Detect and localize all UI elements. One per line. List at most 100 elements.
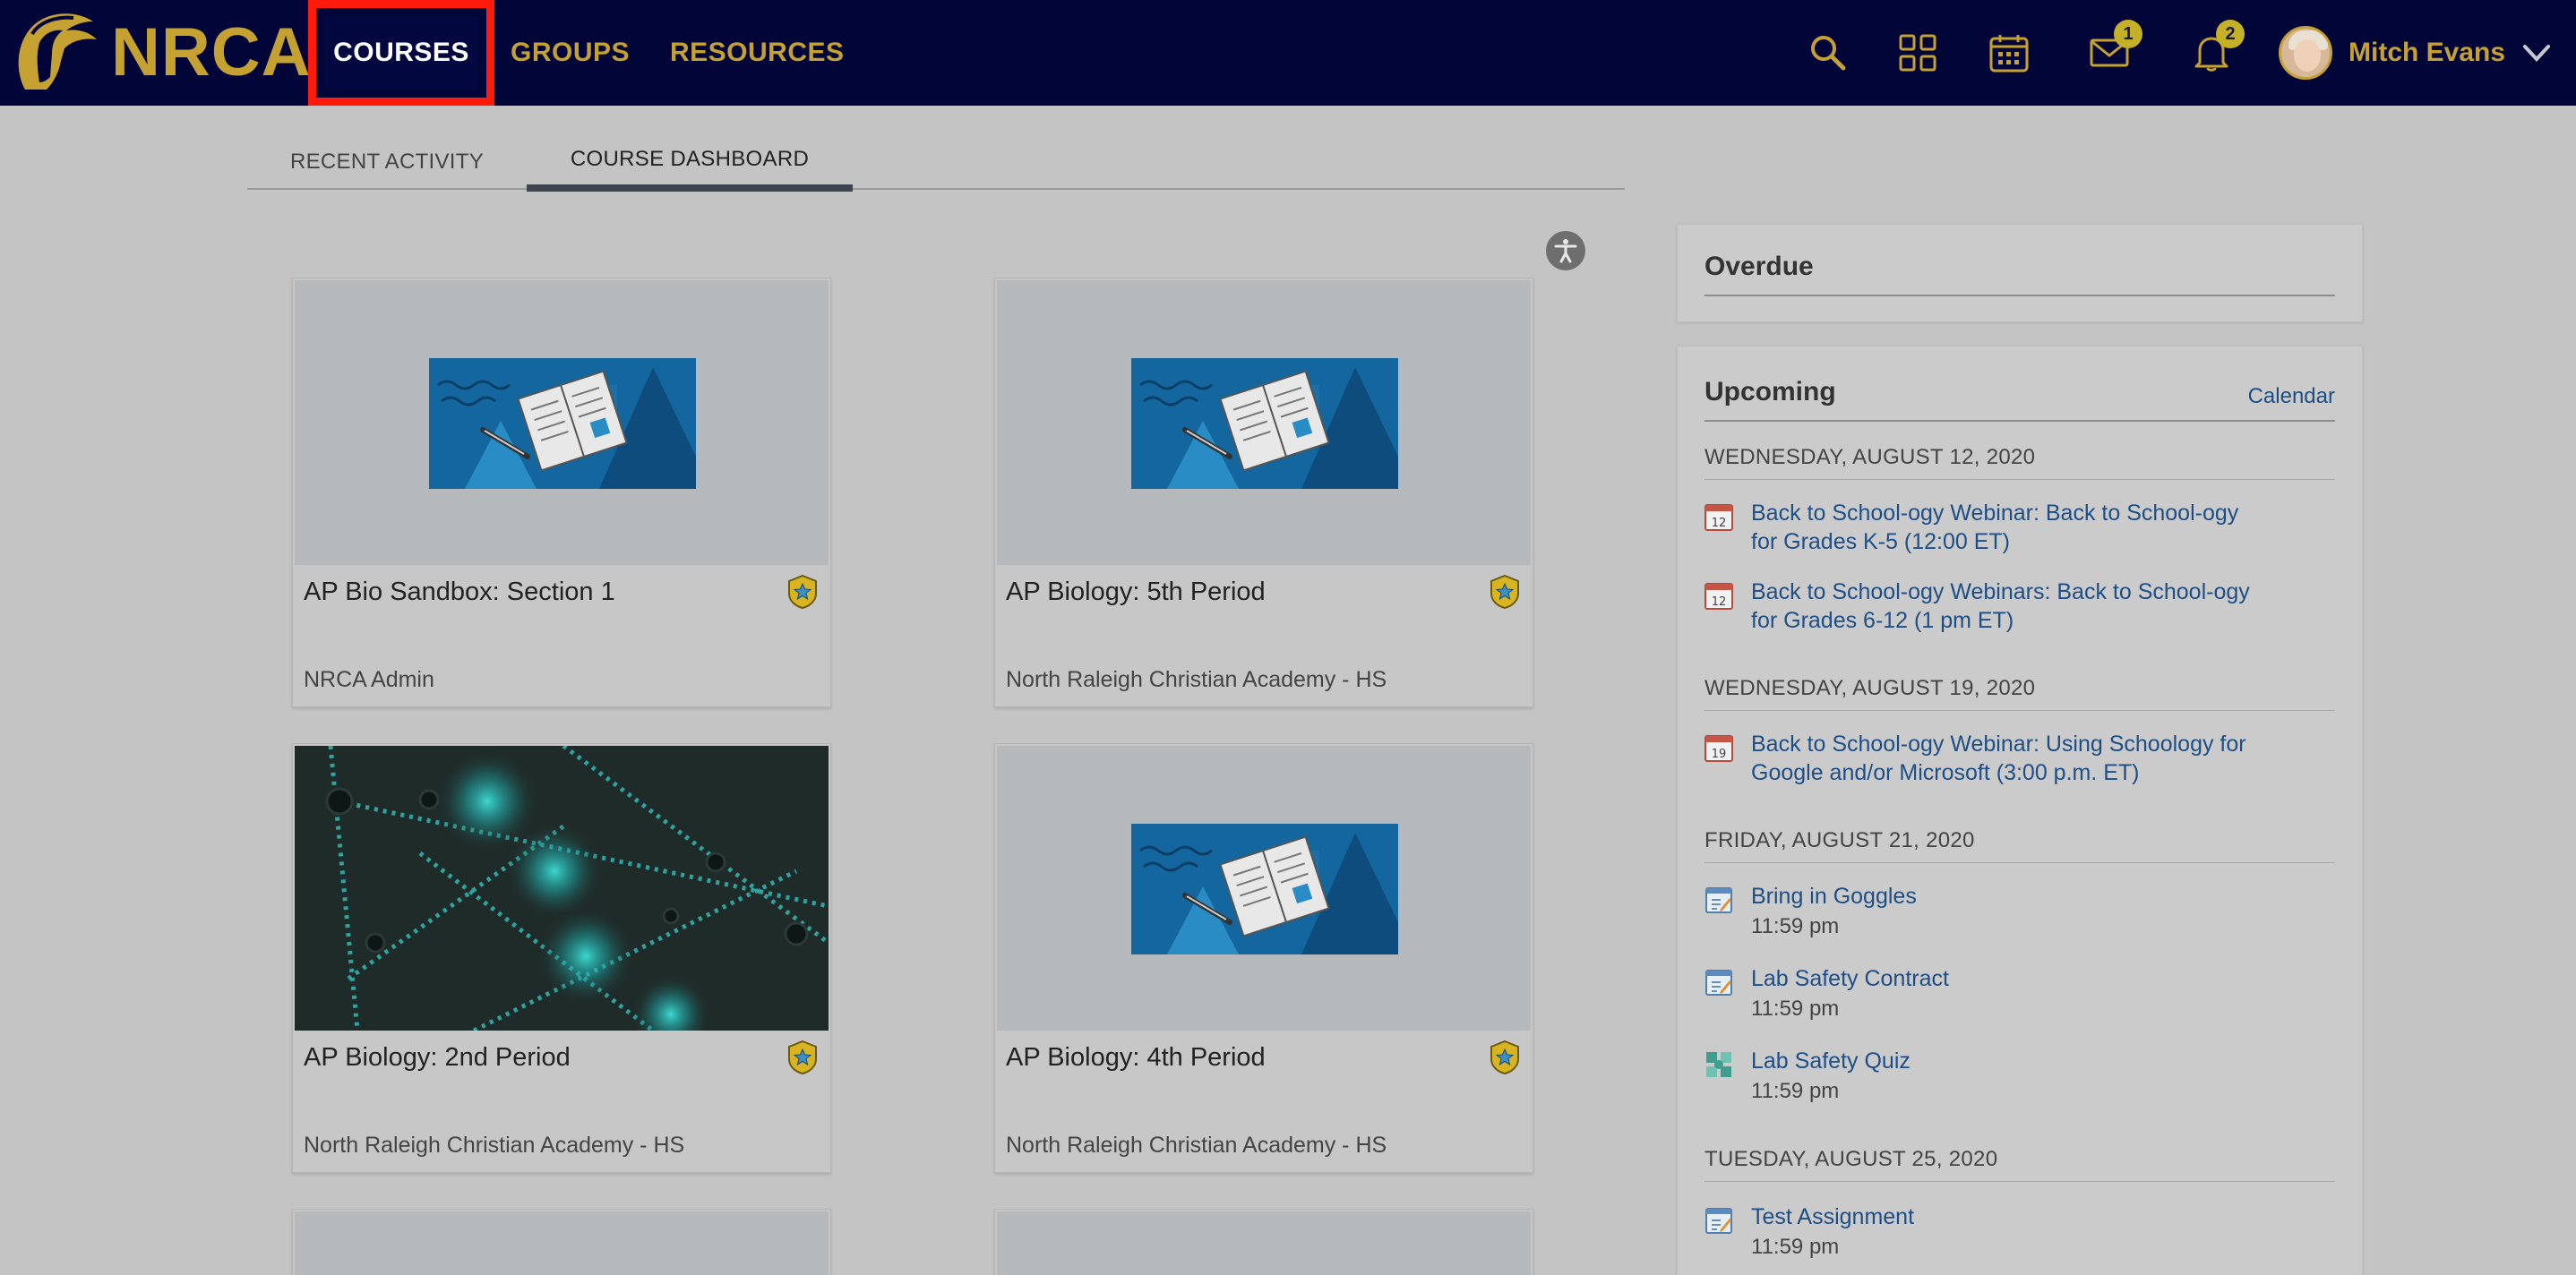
date-heading: WEDNESDAY, AUGUST 12, 2020 — [1704, 445, 2335, 480]
upcoming-panel: Upcoming Calendar WEDNESDAY, AUGUST 12, … — [1677, 346, 2363, 1275]
search-button[interactable] — [1804, 29, 1852, 77]
event-item[interactable]: 12 Back to School-ogy Webinar: Back to S… — [1704, 499, 2278, 556]
upcoming-heading: Upcoming Calendar — [1704, 377, 2335, 422]
messages-count-badge: 1 — [2114, 20, 2142, 48]
course-organization: NRCA Admin — [304, 667, 434, 692]
user-name: Mitch Evans — [2348, 38, 2506, 67]
overdue-heading: Overdue — [1704, 252, 2335, 296]
course-card[interactable]: AP Bio Sandbox: Section 1 NRCA Admin — [292, 278, 831, 707]
event-item[interactable]: Lab Safety Contract 11:59 pm — [1704, 964, 2278, 1027]
course-organization: North Raleigh Christian Academy - HS — [1006, 667, 1387, 692]
badge-star-icon — [1490, 1040, 1519, 1075]
top-navigation-bar: NRCA COURSES GROUPS RESOURCES 1 2 Mitch … — [0, 0, 2576, 106]
event-title-line2: for Grades K-5 (12:00 ET) — [1751, 529, 2011, 554]
event-item[interactable]: Lab Safety Quiz 11:59 pm — [1704, 1047, 2278, 1109]
quiz-icon — [1706, 1052, 1731, 1077]
course-image — [295, 746, 829, 1031]
event-title-line2: Google and/or Microsoft (3:00 p.m. ET) — [1751, 760, 2140, 785]
molecule-photo-icon — [295, 746, 829, 1031]
book-illustration-icon — [1131, 358, 1398, 489]
assignment-icon — [1705, 970, 1732, 996]
nav-resources[interactable]: RESOURCES — [670, 0, 845, 106]
course-image — [997, 746, 1531, 1031]
event-title-line1: Back to School-ogy Webinars: Back to Sch… — [1751, 579, 2250, 604]
course-card[interactable] — [292, 1209, 831, 1275]
course-card[interactable]: AP Biology: 4th Period North Raleigh Chr… — [994, 743, 1533, 1173]
apps-grid-icon — [1899, 34, 1936, 72]
date-heading: TUESDAY, AUGUST 25, 2020 — [1704, 1147, 2335, 1182]
event-title-line1: Back to School-ogy Webinar: Using School… — [1751, 732, 2246, 757]
assignment-icon — [1705, 887, 1732, 913]
event-day-number: 12 — [1712, 517, 1727, 530]
course-image — [997, 280, 1531, 565]
course-title[interactable]: AP Biology: 2nd Period — [304, 1043, 571, 1073]
calendar-icon — [1989, 35, 2029, 73]
spartan-helmet-logo-icon — [18, 13, 97, 90]
overdue-panel: Overdue — [1677, 224, 2363, 322]
assignment-icon — [1705, 1208, 1732, 1234]
notifications-count-badge: 2 — [2216, 20, 2245, 48]
event-title[interactable]: Lab Safety Quiz — [1751, 1047, 2288, 1075]
calendar-event-icon: 12 — [1704, 504, 1733, 531]
course-image — [295, 280, 829, 565]
event-item[interactable]: 19 Back to School-ogy Webinar: Using Sch… — [1704, 730, 2278, 787]
badge-star-icon — [1490, 574, 1519, 610]
upcoming-title: Upcoming — [1704, 377, 1836, 406]
date-heading: FRIDAY, AUGUST 21, 2020 — [1704, 828, 2335, 863]
event-day-number: 19 — [1712, 748, 1727, 761]
course-organization: North Raleigh Christian Academy - HS — [304, 1133, 685, 1158]
nav-groups-label: GROUPS — [511, 38, 631, 67]
event-title[interactable]: Back to School-ogy Webinar: Using School… — [1751, 730, 2288, 787]
notifications-button[interactable]: 2 — [2187, 20, 2245, 77]
user-menu[interactable]: Mitch Evans — [2279, 23, 2552, 82]
book-illustration-icon — [429, 358, 696, 489]
nav-courses-label: COURSES — [333, 38, 469, 67]
course-card[interactable] — [994, 1209, 1533, 1275]
accessibility-icon — [1554, 239, 1577, 263]
event-item[interactable]: Bring in Goggles 11:59 pm — [1704, 882, 2278, 945]
course-card[interactable]: AP Biology: 5th Period North Raleigh Chr… — [994, 278, 1533, 707]
chevron-down-icon — [2523, 45, 2551, 62]
event-title[interactable]: Back to School-ogy Webinar: Back to Scho… — [1751, 499, 2288, 556]
overdue-title: Overdue — [1704, 252, 1814, 281]
badge-star-icon — [788, 574, 817, 610]
tab-recent-activity[interactable]: RECENT ACTIVITY — [247, 134, 527, 190]
calendar-event-icon: 19 — [1704, 735, 1733, 762]
course-organization: North Raleigh Christian Academy - HS — [1006, 1133, 1387, 1158]
nav-resources-label: RESOURCES — [670, 38, 845, 67]
course-card[interactable]: AP Biology: 2nd Period North Raleigh Chr… — [292, 743, 831, 1173]
brand-logo[interactable]: NRCA — [7, 5, 312, 98]
event-time: 11:59 pm — [1751, 914, 1840, 938]
event-title[interactable]: Back to School-ogy Webinars: Back to Sch… — [1751, 578, 2288, 635]
calendar-event-icon: 12 — [1704, 583, 1733, 610]
event-time: 11:59 pm — [1751, 1235, 1840, 1259]
event-day-number: 12 — [1712, 595, 1727, 609]
badge-star-icon — [788, 1040, 817, 1075]
date-heading: WEDNESDAY, AUGUST 19, 2020 — [1704, 676, 2335, 711]
calendar-link[interactable]: Calendar — [2248, 384, 2335, 409]
event-item[interactable]: Test Assignment 11:59 pm — [1704, 1202, 2278, 1265]
course-title[interactable]: AP Biology: 5th Period — [1006, 578, 1266, 607]
course-image — [295, 1211, 829, 1275]
search-icon — [1811, 36, 1846, 71]
course-image — [997, 1211, 1531, 1275]
tab-course-dashboard[interactable]: COURSE DASHBOARD — [527, 134, 853, 192]
accessibility-button[interactable] — [1546, 231, 1585, 270]
event-title[interactable]: Test Assignment — [1751, 1202, 2288, 1231]
book-illustration-icon — [1131, 824, 1398, 954]
event-title-line1: Back to School-ogy Webinar: Back to Scho… — [1751, 501, 2239, 526]
nav-courses[interactable]: COURSES — [308, 0, 494, 106]
calendar-button[interactable] — [1985, 29, 2033, 77]
event-title[interactable]: Lab Safety Contract — [1751, 964, 2288, 993]
course-title[interactable]: AP Biology: 4th Period — [1006, 1043, 1266, 1073]
messages-button[interactable]: 1 — [2085, 20, 2142, 77]
brand-name: NRCA — [111, 13, 312, 90]
event-title-line2: for Grades 6-12 (1 pm ET) — [1751, 608, 2014, 633]
dashboard-tabs: RECENT ACTIVITY COURSE DASHBOARD — [247, 134, 1625, 192]
nav-groups[interactable]: GROUPS — [511, 0, 630, 106]
apps-grid-button[interactable] — [1893, 29, 1942, 77]
course-title[interactable]: AP Bio Sandbox: Section 1 — [304, 578, 615, 607]
event-title[interactable]: Bring in Goggles — [1751, 882, 2288, 911]
event-item[interactable]: 12 Back to School-ogy Webinars: Back to … — [1704, 578, 2278, 635]
event-time: 11:59 pm — [1751, 1079, 1840, 1103]
